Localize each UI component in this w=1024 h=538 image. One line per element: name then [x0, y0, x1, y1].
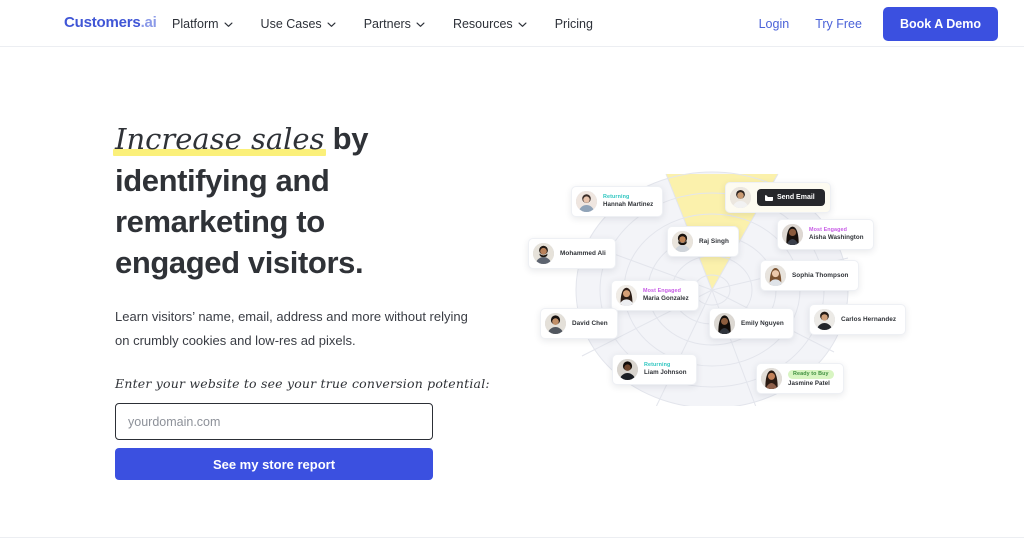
avatar-send-email-contact — [730, 187, 751, 208]
visitor-name: Maria Gonzalez — [643, 295, 689, 302]
nav-item-resources[interactable]: Resources — [439, 0, 541, 47]
visitor-card-text: Sophia Thompson — [792, 272, 849, 280]
chevron-down-icon — [224, 20, 233, 29]
primary-nav-links: Platform Use Cases Partners Resources Pr… — [172, 0, 607, 47]
status-badge: Returning — [644, 362, 671, 369]
heading-line1-rest: by — [324, 121, 369, 156]
visitor-name: Emily Nguyen — [741, 319, 784, 327]
status-badge: Most Engaged — [643, 288, 682, 295]
hero-subtext: Learn visitors’ name, email, address and… — [115, 309, 468, 348]
visitor-name: Sophia Thompson — [792, 271, 849, 279]
nav-item-resources-label: Resources — [452, 16, 513, 31]
chevron-down-icon — [416, 20, 425, 29]
visitor-card-aisha-washington[interactable]: Most Engaged Aisha Washington — [777, 219, 874, 250]
hero-content: Increase sales by identifying and remark… — [113, 118, 515, 480]
visitor-card-text: Emily Nguyen — [741, 320, 784, 328]
chevron-down-icon — [518, 20, 527, 29]
status-badge: Most Engaged — [809, 227, 848, 234]
nav-item-use-cases-label: Use Cases — [260, 16, 322, 31]
send-email-button[interactable]: Send Email — [757, 189, 825, 206]
status-badge: Returning — [603, 194, 630, 201]
nav-item-platform-label: Platform — [172, 16, 219, 31]
send-email-card[interactable]: Send Email — [725, 182, 831, 213]
nav-item-partners[interactable]: Partners — [350, 0, 439, 47]
send-email-label: Send Email — [777, 194, 815, 201]
heading-line4: engaged visitors. — [115, 245, 364, 280]
visitor-card-jasmine-patel[interactable]: Ready to Buy Jasmine Patel — [756, 363, 844, 394]
form-prompt-label: Enter your website to see your true conv… — [115, 376, 490, 391]
nav-actions: Login Try Free Book A Demo — [746, 0, 998, 47]
visitor-name: Raj Singh — [699, 237, 729, 245]
visitor-card-text: Mohammed Ali — [560, 250, 606, 258]
visitor-name: Liam Johnson — [644, 369, 687, 376]
try-free-link[interactable]: Try Free — [802, 17, 875, 31]
avatar-maria-gonzalez — [616, 285, 637, 306]
visitor-card-text: Most Engaged Aisha Washington — [809, 227, 864, 242]
logo-suffix-text: .ai — [140, 14, 157, 31]
page-title: Increase sales by identifying and remark… — [113, 118, 515, 283]
avatar-emily-nguyen — [714, 313, 735, 334]
visitor-card-text: Returning Hannah Martinez — [603, 194, 653, 209]
landing-page: Customers.ai Platform Use Cases Partners — [0, 0, 1024, 538]
visitor-card-text: Raj Singh — [699, 238, 729, 246]
avatar-mohammed-ali — [533, 243, 554, 264]
avatar-jasmine-patel — [761, 368, 782, 389]
visitor-card-sophia-thompson[interactable]: Sophia Thompson — [760, 260, 859, 291]
visitor-card-liam-johnson[interactable]: Returning Liam Johnson — [612, 354, 697, 385]
avatar-hannah-martinez — [576, 191, 597, 212]
domain-input[interactable] — [115, 403, 433, 440]
nav-item-platform[interactable]: Platform — [172, 0, 247, 47]
visitor-name: Mohammed Ali — [560, 249, 606, 257]
visitor-card-text: David Chen — [572, 320, 608, 328]
visitor-card-emily-nguyen[interactable]: Emily Nguyen — [709, 308, 794, 339]
logo-main-text: Customers — [64, 14, 141, 31]
visitor-card-carlos-hernandez[interactable]: Carlos Hernandez — [809, 304, 907, 335]
avatar-sophia-thompson — [765, 265, 786, 286]
visitor-card-text: Most Engaged Maria Gonzalez — [643, 288, 689, 303]
visitor-card-text: Ready to Buy Jasmine Patel — [788, 369, 834, 388]
nav-item-partners-label: Partners — [363, 16, 411, 31]
visitor-card-text: Carlos Hernandez — [841, 316, 896, 324]
visitor-name: David Chen — [572, 319, 608, 327]
status-badge: Ready to Buy — [788, 369, 834, 379]
envelope-icon — [765, 194, 777, 201]
heading-line2: identifying and — [115, 163, 330, 198]
visitor-card-david-chen[interactable]: David Chen — [540, 308, 618, 339]
chevron-down-icon — [327, 20, 336, 29]
visitor-card-maria-gonzalez[interactable]: Most Engaged Maria Gonzalez — [611, 280, 699, 311]
site-logo[interactable]: Customers.ai — [64, 14, 157, 31]
avatar-raj-singh — [672, 231, 693, 252]
visitor-name: Aisha Washington — [809, 234, 864, 241]
login-link[interactable]: Login — [746, 17, 803, 31]
top-navigation-bar: Customers.ai Platform Use Cases Partners — [0, 0, 1024, 47]
visitor-network-illustration: Returning Hannah Martinez Send Email Moh… — [516, 166, 936, 406]
nav-item-use-cases[interactable]: Use Cases — [247, 0, 350, 47]
highlighted-phrase: Increase sales — [113, 118, 327, 160]
nav-item-pricing[interactable]: Pricing — [541, 0, 607, 47]
avatar-carlos-hernandez — [814, 309, 835, 330]
see-my-store-report-button[interactable]: See my store report — [115, 448, 433, 480]
avatar-david-chen — [545, 313, 566, 334]
heading-line3: remarketing to — [115, 204, 325, 239]
visitor-card-text: Returning Liam Johnson — [644, 362, 687, 377]
visitor-name: Carlos Hernandez — [841, 315, 897, 323]
avatar-aisha-washington — [782, 224, 803, 245]
visitor-name: Jasmine Patel — [788, 379, 830, 387]
visitor-card-raj-singh[interactable]: Raj Singh — [667, 226, 739, 257]
heading-script-text: Increase sales — [115, 122, 325, 156]
avatar-liam-johnson — [617, 359, 638, 380]
visitor-card-mohammed-ali[interactable]: Mohammed Ali — [528, 238, 616, 269]
visitor-card-hannah-martinez[interactable]: Returning Hannah Martinez — [571, 186, 664, 217]
nav-item-pricing-label: Pricing — [554, 16, 593, 31]
book-a-demo-button[interactable]: Book A Demo — [882, 6, 998, 41]
visitor-name: Hannah Martinez — [603, 201, 654, 208]
